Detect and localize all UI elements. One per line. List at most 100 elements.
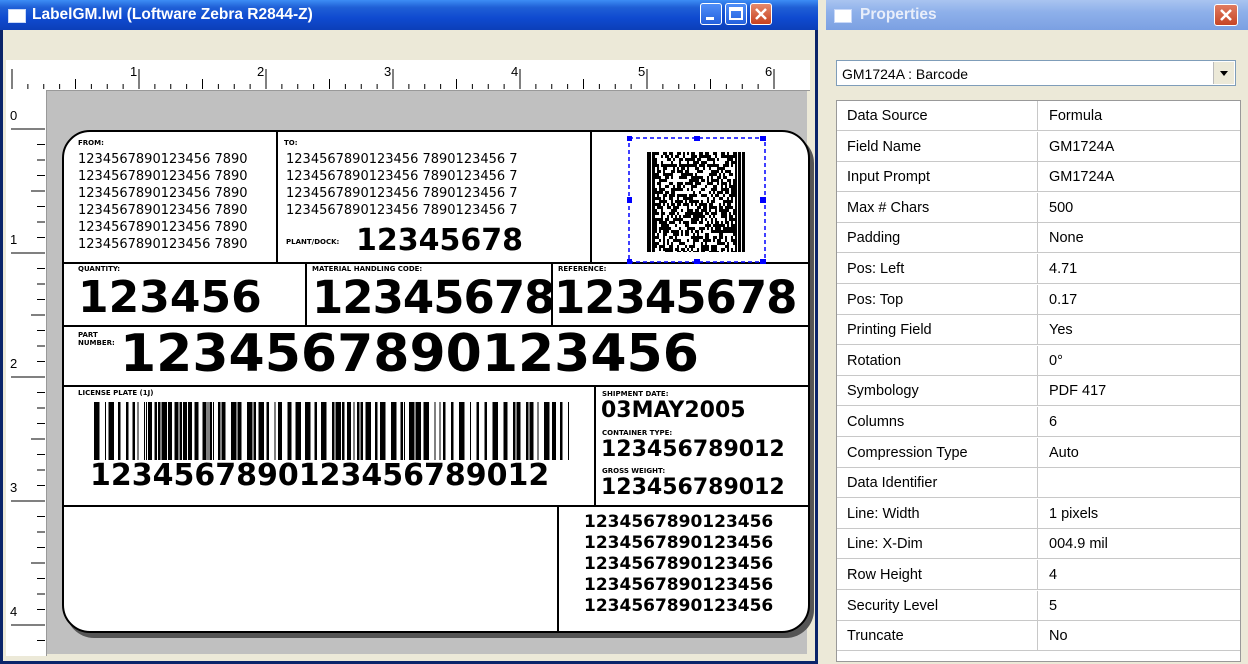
property-value[interactable]: 5 xyxy=(1049,598,1057,614)
property-row[interactable]: Compression Type Auto xyxy=(837,437,1240,468)
selection-handle xyxy=(760,135,766,141)
part-label-2: NUMBER: xyxy=(78,339,115,347)
property-row[interactable]: Line: X-Dim 004.9 mil xyxy=(837,529,1240,560)
label-window-titlebar[interactable]: LabelGM.lwl (Loftware Zebra R2844-Z) xyxy=(0,0,818,30)
selection-handle xyxy=(694,259,700,265)
property-row[interactable]: Security Level 5 xyxy=(837,590,1240,621)
property-name: Printing Field xyxy=(847,322,932,339)
property-grid: Data Source Formula Field Name GM1724A Input… xyxy=(836,100,1241,662)
ruler-number: 1 xyxy=(130,64,137,79)
property-name: Columns xyxy=(847,414,905,430)
column-divider xyxy=(1037,376,1038,407)
property-row[interactable]: Data Identifier xyxy=(837,468,1240,499)
column-divider xyxy=(1037,223,1038,254)
object-selector-dropdown[interactable]: GM1724A : Barcode xyxy=(836,60,1236,86)
ruler-number: 4 xyxy=(10,604,17,619)
to-label: TO: xyxy=(284,139,298,147)
gross-weight-label: GROSS WEIGHT: xyxy=(602,467,666,475)
shipping-label[interactable]: FROM: 1234567890123456 7890 123456789012… xyxy=(62,130,810,633)
property-name: Data Identifier xyxy=(847,475,938,492)
property-row[interactable]: Columns 6 xyxy=(837,407,1240,437)
column-divider xyxy=(1037,131,1038,162)
maximize-button[interactable] xyxy=(725,3,747,25)
selected-object-text: GM1724A : Barcode xyxy=(842,66,969,82)
property-row[interactable]: Input Prompt GM1724A xyxy=(837,162,1240,193)
property-name: Max # Chars xyxy=(847,199,930,216)
property-value[interactable]: 0.17 xyxy=(1049,292,1077,308)
to-line: 1234567890123456 7890123456 7 xyxy=(286,152,518,167)
license-plate-value: 1234567890123456789012 xyxy=(90,458,550,493)
properties-close-button[interactable] xyxy=(1214,4,1238,26)
property-value[interactable]: None xyxy=(1049,230,1084,246)
property-value[interactable]: 6 xyxy=(1049,414,1057,430)
close-icon xyxy=(755,8,767,20)
property-name: Compression Type xyxy=(847,444,968,461)
property-value[interactable]: Auto xyxy=(1049,445,1079,461)
property-name: Line: Width xyxy=(847,505,920,522)
property-row[interactable]: Pos: Top 0.17 xyxy=(837,284,1240,315)
properties-titlebar[interactable]: Properties xyxy=(826,0,1248,30)
column-divider xyxy=(1037,498,1038,529)
dropdown-button[interactable] xyxy=(1213,62,1234,84)
property-value[interactable]: GM1724A xyxy=(1049,139,1114,155)
property-row[interactable]: Line: Width 1 pixels xyxy=(837,498,1240,529)
ruler-number: 1 xyxy=(10,232,17,247)
minimize-button[interactable] xyxy=(700,3,722,25)
properties-window: Properties GM1724A : Barcode Data Source… xyxy=(826,0,1248,664)
shipment-date-label: SHIPMENT DATE: xyxy=(602,390,669,398)
plant-dock-label: PLANT/DOCK: xyxy=(286,238,340,246)
from-line: 1234567890123456 7890 xyxy=(78,237,248,252)
ruler-number: 3 xyxy=(384,64,391,79)
shipment-date-value: 03MAY2005 xyxy=(601,398,746,423)
from-line: 1234567890123456 7890 xyxy=(78,186,248,201)
ruler-number: 5 xyxy=(638,64,645,79)
selection-handle xyxy=(626,259,632,265)
property-row[interactable]: Rotation 0° xyxy=(837,345,1240,376)
container-type-value: 123456789012 xyxy=(601,437,785,462)
column-divider xyxy=(1037,101,1038,131)
plant-dock-value: 12345678 xyxy=(356,223,523,258)
property-row[interactable]: Data Source Formula xyxy=(837,101,1240,131)
column-divider xyxy=(1037,284,1038,315)
container-type-label: CONTAINER TYPE: xyxy=(602,429,673,437)
property-value[interactable]: Formula xyxy=(1049,108,1102,124)
ruler-number: 2 xyxy=(257,64,264,79)
property-value[interactable]: 4.71 xyxy=(1049,261,1077,277)
ruler-number: 6 xyxy=(765,64,772,79)
from-line: 1234567890123456 7890 xyxy=(78,203,248,218)
property-value[interactable]: 500 xyxy=(1049,200,1073,216)
property-row[interactable]: Symbology PDF 417 xyxy=(837,376,1240,407)
properties-app-icon xyxy=(834,9,852,23)
property-value[interactable]: GM1724A xyxy=(1049,169,1114,185)
property-row[interactable]: Truncate No xyxy=(837,621,1240,652)
gross-weight-value: 123456789012 xyxy=(601,475,785,500)
part-number-value: 1234567890123456 xyxy=(120,324,699,384)
property-value[interactable]: PDF 417 xyxy=(1049,383,1106,399)
close-button[interactable] xyxy=(750,3,772,25)
to-line: 1234567890123456 7890123456 7 xyxy=(286,203,518,218)
property-row[interactable]: Printing Field Yes xyxy=(837,315,1240,346)
property-row[interactable]: Max # Chars 500 xyxy=(837,192,1240,223)
property-row[interactable]: Field Name GM1724A xyxy=(837,131,1240,162)
property-value[interactable]: 004.9 mil xyxy=(1049,536,1108,552)
property-row[interactable]: Padding None xyxy=(837,223,1240,254)
pdf417-barcode[interactable] xyxy=(626,135,767,265)
column-divider xyxy=(1037,468,1038,499)
property-value[interactable]: No xyxy=(1049,628,1068,644)
property-value[interactable]: 0° xyxy=(1049,353,1063,369)
property-value[interactable]: 1 pixels xyxy=(1049,506,1098,522)
property-name: Pos: Top xyxy=(847,291,904,308)
property-value[interactable]: Yes xyxy=(1049,322,1073,338)
close-icon xyxy=(1220,9,1232,21)
column-divider xyxy=(1037,162,1038,193)
app-icon xyxy=(8,9,26,23)
code128-barcode[interactable] xyxy=(94,402,570,460)
property-row[interactable]: Pos: Left 4.71 xyxy=(837,254,1240,284)
property-row[interactable]: Row Height 4 xyxy=(837,560,1240,590)
column-divider xyxy=(1037,407,1038,437)
bottom-line: 1234567890123456 xyxy=(584,575,774,595)
property-name: Rotation xyxy=(847,352,902,369)
selection-handle xyxy=(760,259,766,265)
part-label: PART xyxy=(78,331,98,339)
property-value[interactable]: 4 xyxy=(1049,567,1057,583)
